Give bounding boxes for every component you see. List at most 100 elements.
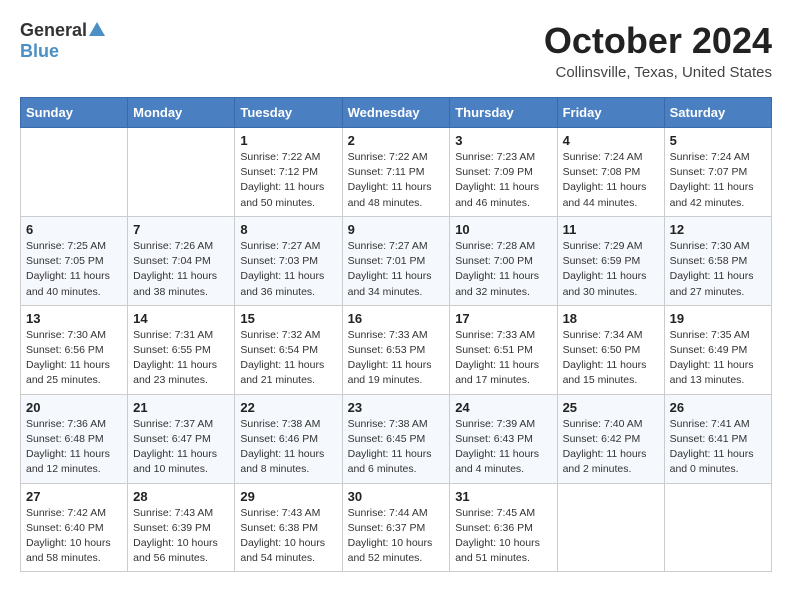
day-number: 7 [133,222,229,237]
day-cell: 14 Sunrise: 7:31 AM Sunset: 6:55 PM Dayli… [128,305,235,394]
header-cell-saturday: Saturday [664,98,771,128]
day-cell: 19 Sunrise: 7:35 AM Sunset: 6:49 PM Dayli… [664,305,771,394]
day-cell [21,128,128,217]
day-number: 3 [455,133,551,148]
day-info: Sunrise: 7:24 AM Sunset: 7:08 PM Dayligh… [563,150,659,211]
calendar-body: 1Sunrise: 7:22 AM Sunset: 7:12 PM Daylig… [21,128,772,572]
day-number: 2 [348,133,445,148]
day-info: Sunrise: 7:30 AM Sunset: 6:58 PM Dayligh… [670,239,766,300]
logo-general-text: General [20,20,87,41]
day-info: Sunrise: 7:23 AM Sunset: 7:09 PM Dayligh… [455,150,551,211]
header-cell-thursday: Thursday [450,98,557,128]
day-number: 23 [348,400,445,415]
day-info: Sunrise: 7:27 AM Sunset: 7:03 PM Dayligh… [240,239,336,300]
title-block: October 2024 Collinsville, Texas, United… [544,20,772,81]
day-number: 18 [563,311,659,326]
day-number: 25 [563,400,659,415]
day-info: Sunrise: 7:24 AM Sunset: 7:07 PM Dayligh… [670,150,766,211]
day-cell [128,128,235,217]
day-cell: 10 Sunrise: 7:28 AM Sunset: 7:00 PM Dayli… [450,216,557,305]
day-number: 5 [670,133,766,148]
day-number: 10 [455,222,551,237]
day-info: Sunrise: 7:31 AM Sunset: 6:55 PM Dayligh… [133,328,229,389]
day-cell: 23 Sunrise: 7:38 AM Sunset: 6:45 PM Dayli… [342,394,450,483]
header-cell-wednesday: Wednesday [342,98,450,128]
day-number: 11 [563,222,659,237]
week-row-4: 20 Sunrise: 7:36 AM Sunset: 6:48 PM Dayli… [21,394,772,483]
day-cell: 15 Sunrise: 7:32 AM Sunset: 6:54 PM Dayli… [235,305,342,394]
calendar-header: SundayMondayTuesdayWednesdayThursdayFrid… [21,98,772,128]
day-number: 30 [348,489,445,504]
location: Collinsville, Texas, United States [544,64,772,81]
day-number: 14 [133,311,229,326]
day-number: 31 [455,489,551,504]
day-number: 13 [26,311,122,326]
week-row-2: 6Sunrise: 7:25 AM Sunset: 7:05 PM Daylig… [21,216,772,305]
week-row-5: 27Sunrise: 7:42 AM Sunset: 6:40 PM Dayli… [21,483,772,572]
header-cell-friday: Friday [557,98,664,128]
day-info: Sunrise: 7:28 AM Sunset: 7:00 PM Dayligh… [455,239,551,300]
day-number: 28 [133,489,229,504]
day-cell: 27Sunrise: 7:42 AM Sunset: 6:40 PM Dayli… [21,483,128,572]
header-cell-tuesday: Tuesday [235,98,342,128]
day-cell: 4Sunrise: 7:24 AM Sunset: 7:08 PM Daylig… [557,128,664,217]
day-cell: 3 Sunrise: 7:23 AM Sunset: 7:09 PM Daylig… [450,128,557,217]
day-info: Sunrise: 7:36 AM Sunset: 6:48 PM Dayligh… [26,417,122,478]
day-number: 17 [455,311,551,326]
day-number: 20 [26,400,122,415]
day-info: Sunrise: 7:35 AM Sunset: 6:49 PM Dayligh… [670,328,766,389]
day-info: Sunrise: 7:38 AM Sunset: 6:45 PM Dayligh… [348,417,445,478]
page-header: General Blue October 2024 Collinsville, … [20,20,772,81]
day-number: 9 [348,222,445,237]
day-cell: 8 Sunrise: 7:27 AM Sunset: 7:03 PM Daylig… [235,216,342,305]
day-cell: 2 Sunrise: 7:22 AM Sunset: 7:11 PM Daylig… [342,128,450,217]
day-cell: 18 Sunrise: 7:34 AM Sunset: 6:50 PM Dayli… [557,305,664,394]
day-cell: 7 Sunrise: 7:26 AM Sunset: 7:04 PM Daylig… [128,216,235,305]
day-cell: 22Sunrise: 7:38 AM Sunset: 6:46 PM Dayli… [235,394,342,483]
week-row-3: 13Sunrise: 7:30 AM Sunset: 6:56 PM Dayli… [21,305,772,394]
header-cell-monday: Monday [128,98,235,128]
day-info: Sunrise: 7:41 AM Sunset: 6:41 PM Dayligh… [670,417,766,478]
day-info: Sunrise: 7:29 AM Sunset: 6:59 PM Dayligh… [563,239,659,300]
day-info: Sunrise: 7:45 AM Sunset: 6:36 PM Dayligh… [455,506,551,567]
day-info: Sunrise: 7:38 AM Sunset: 6:46 PM Dayligh… [240,417,336,478]
day-info: Sunrise: 7:43 AM Sunset: 6:39 PM Dayligh… [133,506,229,567]
day-cell: 30 Sunrise: 7:44 AM Sunset: 6:37 PM Dayli… [342,483,450,572]
day-info: Sunrise: 7:37 AM Sunset: 6:47 PM Dayligh… [133,417,229,478]
day-cell: 9Sunrise: 7:27 AM Sunset: 7:01 PM Daylig… [342,216,450,305]
day-info: Sunrise: 7:34 AM Sunset: 6:50 PM Dayligh… [563,328,659,389]
day-number: 19 [670,311,766,326]
day-cell: 17Sunrise: 7:33 AM Sunset: 6:51 PM Dayli… [450,305,557,394]
day-cell: 29 Sunrise: 7:43 AM Sunset: 6:38 PM Dayli… [235,483,342,572]
day-cell: 31 Sunrise: 7:45 AM Sunset: 6:36 PM Dayli… [450,483,557,572]
day-info: Sunrise: 7:26 AM Sunset: 7:04 PM Dayligh… [133,239,229,300]
day-info: Sunrise: 7:39 AM Sunset: 6:43 PM Dayligh… [455,417,551,478]
day-info: Sunrise: 7:33 AM Sunset: 6:53 PM Dayligh… [348,328,445,389]
day-info: Sunrise: 7:25 AM Sunset: 7:05 PM Dayligh… [26,239,122,300]
month-title: October 2024 [544,20,772,62]
day-info: Sunrise: 7:22 AM Sunset: 7:11 PM Dayligh… [348,150,445,211]
day-info: Sunrise: 7:32 AM Sunset: 6:54 PM Dayligh… [240,328,336,389]
day-cell: 26Sunrise: 7:41 AM Sunset: 6:41 PM Dayli… [664,394,771,483]
logo: General Blue [20,20,105,62]
day-cell: 6Sunrise: 7:25 AM Sunset: 7:05 PM Daylig… [21,216,128,305]
day-cell: 16 Sunrise: 7:33 AM Sunset: 6:53 PM Dayli… [342,305,450,394]
day-number: 24 [455,400,551,415]
day-number: 21 [133,400,229,415]
day-info: Sunrise: 7:44 AM Sunset: 6:37 PM Dayligh… [348,506,445,567]
day-number: 8 [240,222,336,237]
logo-blue-text: Blue [20,41,59,62]
day-cell: 24 Sunrise: 7:39 AM Sunset: 6:43 PM Dayli… [450,394,557,483]
header-row: SundayMondayTuesdayWednesdayThursdayFrid… [21,98,772,128]
day-info: Sunrise: 7:42 AM Sunset: 6:40 PM Dayligh… [26,506,122,567]
day-cell: 21 Sunrise: 7:37 AM Sunset: 6:47 PM Dayli… [128,394,235,483]
day-info: Sunrise: 7:43 AM Sunset: 6:38 PM Dayligh… [240,506,336,567]
week-row-1: 1Sunrise: 7:22 AM Sunset: 7:12 PM Daylig… [21,128,772,217]
calendar-table: SundayMondayTuesdayWednesdayThursdayFrid… [20,97,772,572]
day-number: 1 [240,133,336,148]
day-cell: 25Sunrise: 7:40 AM Sunset: 6:42 PM Dayli… [557,394,664,483]
day-cell: 28 Sunrise: 7:43 AM Sunset: 6:39 PM Dayli… [128,483,235,572]
day-number: 15 [240,311,336,326]
day-number: 29 [240,489,336,504]
day-number: 16 [348,311,445,326]
